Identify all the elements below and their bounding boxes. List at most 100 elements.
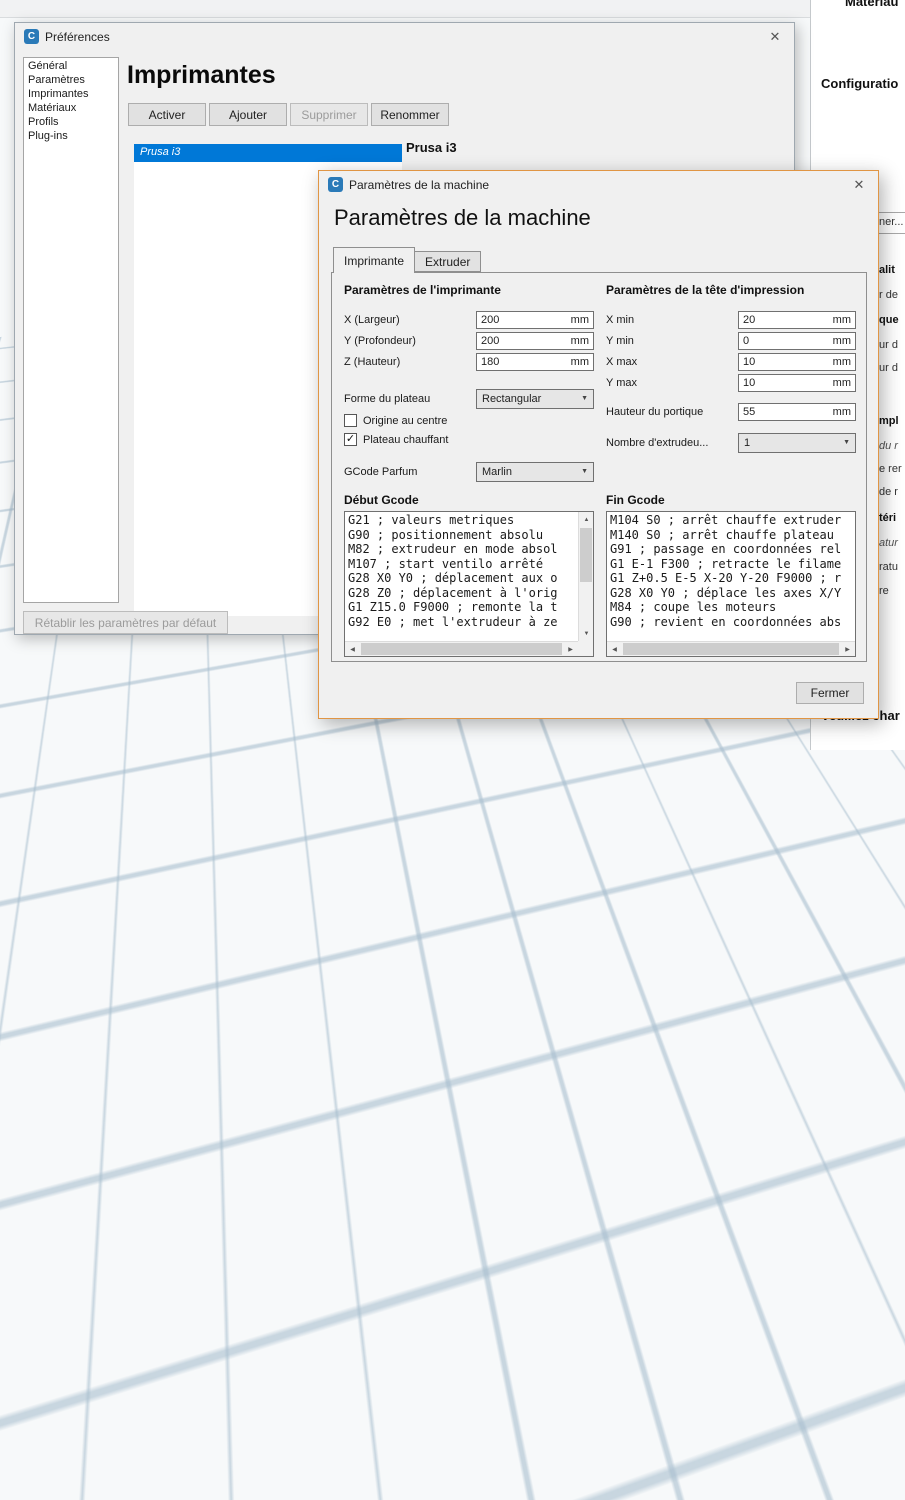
field-value: 55 (743, 406, 833, 418)
x-min-input[interactable]: 20 mm (738, 311, 856, 329)
rename-button[interactable]: Renommer (371, 103, 449, 126)
field-label: Hauteur du portique (606, 406, 738, 418)
vertical-scrollbar[interactable]: ▲ ▼ (578, 512, 593, 641)
sidebar-item-materials[interactable]: Matériaux (24, 101, 118, 115)
setting-label-fragment: ratu (879, 561, 898, 573)
page-title: Imprimantes (127, 61, 276, 90)
field-row-y-depth: Y (Profondeur) 200 mm (344, 330, 594, 351)
vertical-scrollbar-thumb[interactable] (580, 528, 592, 582)
sidebar-item-profiles[interactable]: Profils (24, 115, 118, 129)
setting-label-fragment: téri (879, 512, 896, 524)
setting-label-fragment: mpl (879, 415, 899, 427)
machine-settings-panel: Paramètres de l'imprimante X (Largeur) 2… (331, 272, 867, 662)
setting-label-fragment: que (879, 314, 899, 326)
dropdown-value: Rectangular (482, 393, 541, 405)
scroll-right-button[interactable]: ▶ (840, 642, 855, 657)
heated-bed-row: ✓ Plateau chauffant (344, 430, 594, 449)
scroll-right-button[interactable]: ▶ (563, 642, 578, 657)
preferences-sidebar: Général Paramètres Imprimantes Matériaux… (23, 57, 119, 603)
printer-detail-title: Prusa i3 (406, 140, 457, 155)
gantry-height-input[interactable]: 55 mm (738, 403, 856, 421)
field-row-y-max: Y max 10 mm (606, 372, 856, 393)
scroll-left-button[interactable]: ◀ (345, 642, 360, 657)
field-row-gcode-flavor: GCode Parfum Marlin ▼ (344, 461, 594, 482)
activate-button[interactable]: Activer (128, 103, 206, 126)
machine-settings-dialog: C Paramètres de la machine ✕ Paramètres … (318, 170, 879, 719)
preferences-titlebar: C Préférences ✕ (15, 23, 794, 50)
horizontal-scrollbar[interactable]: ◀ ▶ (345, 641, 578, 656)
close-icon[interactable]: ✕ (765, 29, 785, 45)
profile-dropdown-fragment[interactable]: ner... (875, 212, 905, 234)
setting-label-fragment: atur (879, 537, 898, 549)
sidebar-item-plugins[interactable]: Plug-ins (24, 129, 118, 143)
field-unit: mm (833, 314, 851, 326)
start-gcode-text[interactable]: G21 ; valeurs metriques G90 ; positionnem… (345, 512, 578, 641)
end-gcode-editor[interactable]: M104 S0 ; arrêt chauffe extruder M140 S0 … (606, 511, 856, 657)
start-gcode-editor[interactable]: G21 ; valeurs metriques G90 ; positionnem… (344, 511, 594, 657)
field-unit: mm (833, 335, 851, 347)
end-gcode-text[interactable]: M104 S0 ; arrêt chauffe extruder M140 S0 … (607, 512, 853, 641)
field-unit: mm (571, 356, 589, 368)
setting-label-fragment: e rer (879, 463, 902, 475)
printer-list-item-selected[interactable]: Prusa i3 (134, 144, 402, 162)
add-button[interactable]: Ajouter (209, 103, 287, 126)
start-gcode-section: Début Gcode G21 ; valeurs metriques G90 ;… (344, 489, 594, 657)
printhead-settings-heading: Paramètres de la tête d'impression (606, 283, 856, 297)
scroll-right-icon: ▶ (568, 646, 573, 653)
sidebar-item-printers[interactable]: Imprimantes (24, 87, 118, 101)
printer-settings-heading: Paramètres de l'imprimante (344, 283, 594, 297)
machine-dialog-title: Paramètres de la machine (349, 178, 489, 192)
machine-tabs: Imprimante Extruder (333, 247, 481, 273)
setting-label-fragment: alit (879, 264, 895, 276)
printer-settings-column: Paramètres de l'imprimante X (Largeur) 2… (344, 283, 594, 489)
close-icon[interactable]: ✕ (849, 177, 869, 193)
tab-printer[interactable]: Imprimante (333, 247, 415, 273)
field-unit: mm (833, 356, 851, 368)
field-value: 10 (743, 377, 833, 389)
x-width-input[interactable]: 200 mm (476, 311, 594, 329)
scroll-down-icon: ▼ (584, 631, 590, 637)
gcode-flavor-dropdown[interactable]: Marlin ▼ (476, 462, 594, 482)
horizontal-scrollbar-thumb[interactable] (623, 643, 839, 655)
field-label: Y min (606, 335, 738, 347)
machine-titlebar: C Paramètres de la machine ✕ (319, 171, 878, 198)
scroll-up-button[interactable]: ▲ (579, 512, 594, 527)
field-label: Y (Profondeur) (344, 335, 476, 347)
extruder-count-dropdown[interactable]: 1 ▼ (738, 433, 856, 453)
sidebar-item-general[interactable]: Général (24, 59, 118, 73)
checkbox-label: Plateau chauffant (363, 434, 448, 446)
y-depth-input[interactable]: 200 mm (476, 332, 594, 350)
setting-label-fragment: ur d (879, 362, 898, 374)
cura-logo-icon: C (24, 29, 39, 44)
remove-button: Supprimer (290, 103, 368, 126)
end-gcode-heading: Fin Gcode (606, 493, 856, 507)
chevron-down-icon: ▼ (581, 468, 588, 475)
tab-extruder[interactable]: Extruder (415, 251, 481, 272)
scroll-left-icon: ◀ (350, 646, 355, 653)
dropdown-value: Marlin (482, 466, 512, 478)
y-max-input[interactable]: 10 mm (738, 374, 856, 392)
scrollbar-corner (578, 641, 593, 656)
horizontal-scrollbar[interactable]: ◀ ▶ (607, 641, 855, 656)
close-dialog-button[interactable]: Fermer (796, 682, 864, 704)
field-label: X (Largeur) (344, 314, 476, 326)
start-gcode-heading: Début Gcode (344, 493, 594, 507)
y-min-input[interactable]: 0 mm (738, 332, 856, 350)
field-unit: mm (833, 406, 851, 418)
field-label: X max (606, 356, 738, 368)
setting-label-fragment: re (879, 585, 889, 597)
sidebar-item-settings[interactable]: Paramètres (24, 73, 118, 87)
x-max-input[interactable]: 10 mm (738, 353, 856, 371)
field-value: 200 (481, 314, 571, 326)
reset-defaults-button[interactable]: Rétablir les paramètres par défaut (23, 611, 228, 634)
z-height-input[interactable]: 180 mm (476, 353, 594, 371)
scroll-left-button[interactable]: ◀ (607, 642, 622, 657)
printer-actions: Activer Ajouter Supprimer Renommer (128, 103, 449, 126)
field-value: 200 (481, 335, 571, 347)
scroll-down-button[interactable]: ▼ (579, 626, 594, 641)
origin-center-checkbox[interactable] (344, 414, 357, 427)
bed-shape-dropdown[interactable]: Rectangular ▼ (476, 389, 594, 409)
horizontal-scrollbar-thumb[interactable] (361, 643, 562, 655)
field-label: Nombre d'extrudeu... (606, 437, 738, 449)
heated-bed-checkbox[interactable]: ✓ (344, 433, 357, 446)
